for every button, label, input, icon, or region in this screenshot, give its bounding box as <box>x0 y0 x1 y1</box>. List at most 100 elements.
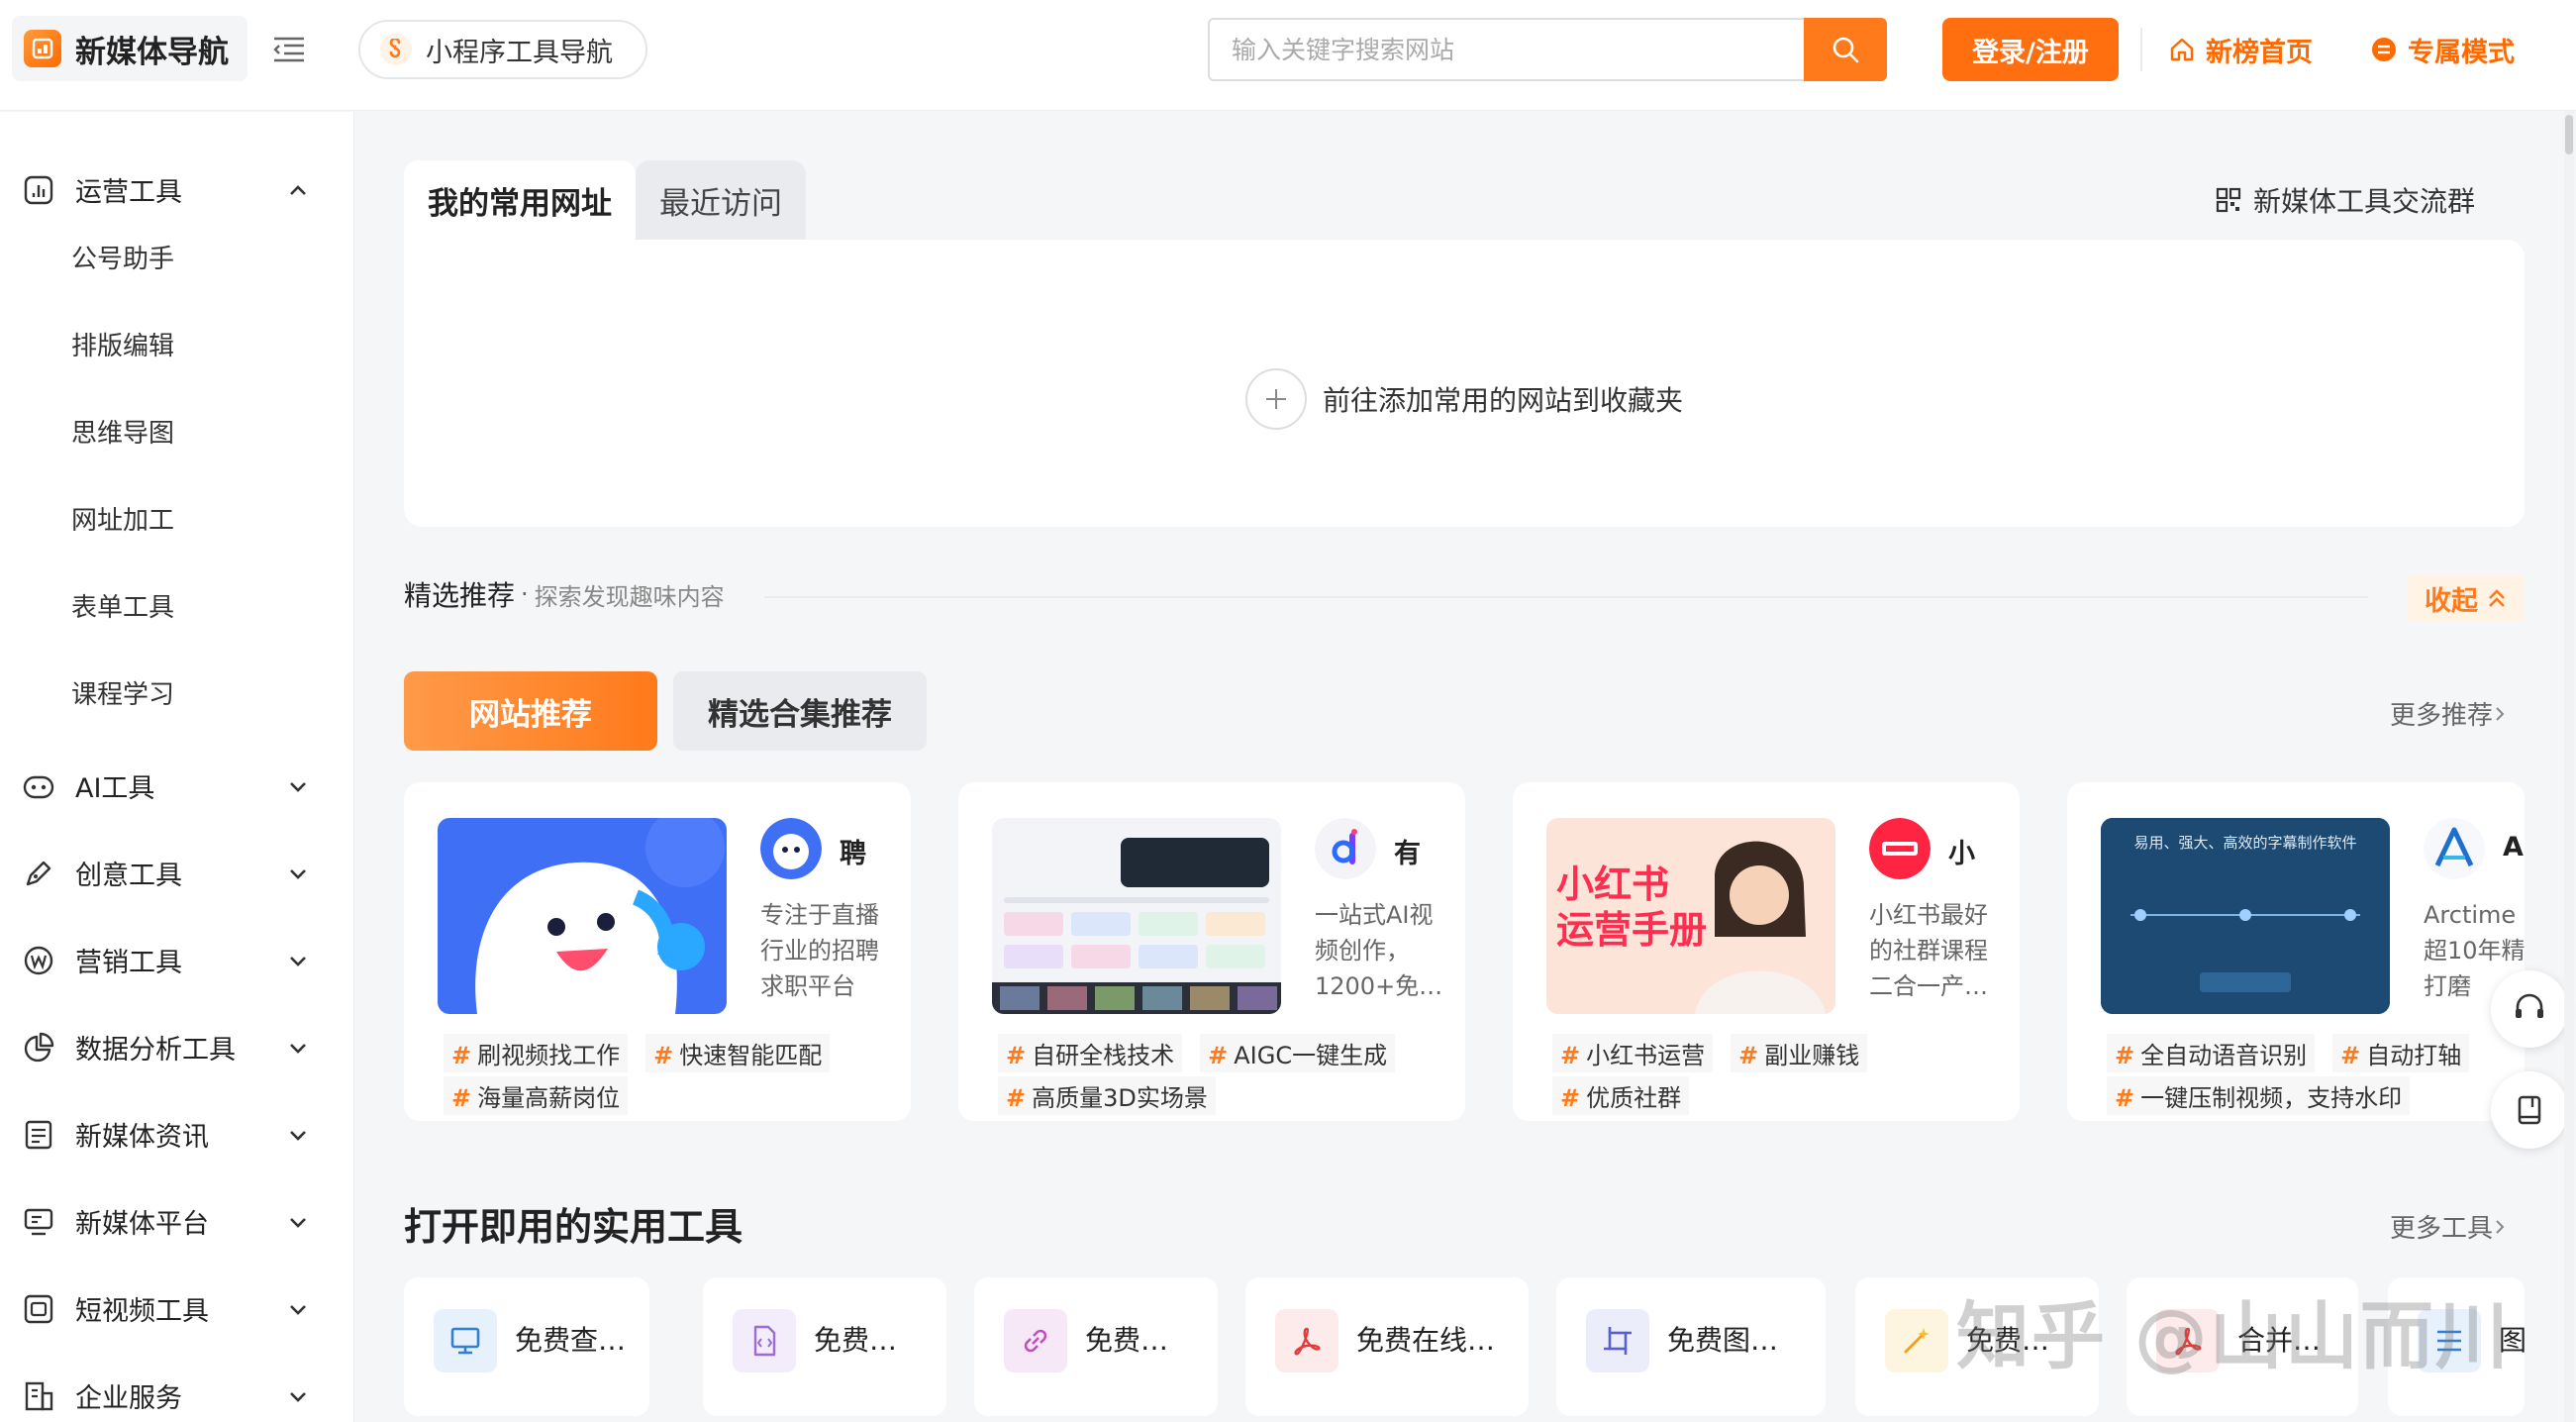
sidebar-group-label: 企业服务 <box>75 1382 182 1414</box>
chevron-up-icon <box>290 185 306 195</box>
menu-collapse-icon <box>273 37 304 62</box>
chevron-down-icon <box>290 1305 306 1315</box>
sidebar-group-label: AI工具 <box>75 772 155 804</box>
sidebar-item-mind-map[interactable]: 思维导图 <box>71 413 174 450</box>
mini-program-icon <box>380 34 412 65</box>
tool-card[interactable]: 免费… <box>974 1277 1218 1416</box>
logo-text: 新媒体导航 <box>75 34 229 70</box>
sidebar-group-ai-tools[interactable]: AI工具 <box>0 756 354 815</box>
community-group-link[interactable]: 新媒体工具交流群 <box>2216 180 2475 220</box>
recommend-card[interactable]: 有 一站式AI视频创作，1200+免… # 自研全栈技术 # AIGC一键生成 # 高… <box>958 782 1465 1121</box>
chevron-right-icon <box>2496 706 2505 721</box>
sidebar-group-data-analysis[interactable]: 数据分析工具 <box>0 1017 354 1076</box>
more-tools-link[interactable]: 更多工具 <box>2390 1208 2507 1245</box>
exclusive-mode-label: 专属模式 <box>2408 37 2515 68</box>
tab-recent-visits[interactable]: 最近访问 <box>636 160 806 240</box>
news-icon <box>25 1120 52 1150</box>
sidebar-group-enterprise[interactable]: 企业服务 <box>0 1366 354 1422</box>
exclusive-mode-link[interactable]: 专属模式 <box>2370 28 2515 71</box>
card-thumbnail-xiaohongshu: 小红书 运营手册 <box>1546 818 1835 1014</box>
tab-collection-recommend[interactable]: 精选合集推荐 <box>673 671 927 751</box>
section-divider <box>764 596 2368 598</box>
tool-card[interactable]: 免费图… <box>1556 1277 1826 1416</box>
sidebar-group-marketing-tools[interactable]: 营销工具 <box>0 930 354 989</box>
recommend-card[interactable]: 易用、强大、高效的字幕制作软件 A Arctime Fo超10年精心打磨 #全自… <box>2067 782 2525 1121</box>
mini-program-nav-button[interactable]: 小程序工具导航 <box>358 20 647 79</box>
card-logo <box>1315 818 1376 879</box>
chevron-down-icon <box>290 1392 306 1402</box>
card-logo <box>760 818 822 879</box>
tool-label: 免费图… <box>1667 1324 1779 1357</box>
customer-service-button[interactable] <box>2491 970 2568 1048</box>
sidebar-group-platforms[interactable]: 新媒体平台 <box>0 1191 354 1251</box>
sidebar-item-layout-editor[interactable]: 排版编辑 <box>71 326 174 362</box>
scrollbar-thumb[interactable] <box>2565 115 2573 154</box>
card-description: 小红书最好的社群课程二合一产… <box>1869 901 1988 1000</box>
search-button[interactable] <box>1804 18 1887 81</box>
card-description: 一站式AI视频创作，1200+免… <box>1315 901 1443 1000</box>
chevron-down-icon <box>290 1218 306 1228</box>
tool-card[interactable]: 免费查… <box>404 1277 649 1416</box>
chevron-right-icon <box>2496 1219 2505 1234</box>
card-tags: # 刷视频找工作 # 快速智能匹配 # 海量高薪岗位 <box>444 1034 909 1115</box>
sidebar-toggle-button[interactable] <box>269 30 309 69</box>
card-tag: # 一键压制视频，支持水印 <box>2107 1076 2411 1115</box>
sidebar-group-operation-tools[interactable]: 运营工具 <box>0 159 354 219</box>
tools-section-title: 打开即用的实用工具 <box>404 1205 743 1249</box>
card-name: A <box>2503 832 2524 863</box>
page-scrollbar[interactable] <box>2564 111 2574 1422</box>
exclusive-mode-icon <box>2372 38 2396 61</box>
magic-wand-icon <box>1885 1309 1948 1372</box>
thumb-title-line2: 运营手册 <box>1556 908 1708 952</box>
sidebar-group-creative-tools[interactable]: 创意工具 <box>0 843 354 902</box>
card-tag: # AIGC一键生成 <box>1200 1034 1396 1072</box>
add-favorite-button[interactable]: 前往添加常用的网站到收藏夹 <box>1245 368 1683 430</box>
sidebar-item-courses[interactable]: 课程学习 <box>71 674 174 711</box>
card-tag: # 优质社群 <box>1552 1076 1690 1115</box>
sidebar-group-news[interactable]: 新媒体资讯 <box>0 1104 354 1164</box>
tool-card[interactable]: 免费… <box>703 1277 946 1416</box>
chevron-down-icon <box>290 1131 306 1141</box>
sidebar-item-gonghao[interactable]: 公号助手 <box>71 239 174 275</box>
collapse-button[interactable]: 收起 <box>2408 574 2525 622</box>
sidebar-item-form-tools[interactable]: 表单工具 <box>71 587 174 624</box>
sidebar-group-label: 运营工具 <box>75 176 182 208</box>
code-file-icon <box>733 1309 796 1372</box>
card-tag: # 快速智能匹配 <box>645 1034 831 1072</box>
sidebar-item-url-tools[interactable]: 网址加工 <box>71 500 174 537</box>
tool-card[interactable]: 免费在线… <box>1245 1277 1529 1416</box>
card-tag: # 全自动语音识别 <box>2107 1034 2316 1072</box>
featured-dot: · <box>521 580 529 608</box>
chevron-down-icon <box>290 957 306 966</box>
tab-site-recommend[interactable]: 网站推荐 <box>404 671 657 751</box>
headset-icon <box>2516 993 2543 1018</box>
card-tag: # 小红书运营 <box>1552 1034 1714 1072</box>
recommend-card[interactable]: 聘 专注于直播行业的招聘求职平台 # 刷视频找工作 # 快速智能匹配 # 海量高薪岗位 <box>404 782 911 1121</box>
marketing-icon <box>24 946 53 975</box>
collapse-label: 收起 <box>2425 585 2478 617</box>
more-recommend-link[interactable]: 更多推荐 <box>2390 695 2507 732</box>
home-link-label: 新榜首页 <box>2206 37 2313 68</box>
card-name: 聘 <box>840 839 866 869</box>
chevron-down-icon <box>290 1044 306 1054</box>
pen-icon <box>26 861 51 886</box>
card-tags: # 自研全栈技术 # AIGC一键生成 # 高质量3D实场景 <box>998 1034 1463 1115</box>
card-thumbnail-arctime: 易用、强大、高效的字幕制作软件 <box>2101 818 2390 1014</box>
login-register-button[interactable]: 登录/注册 <box>1942 18 2119 81</box>
featured-subtitle: 探索发现趣味内容 <box>534 582 725 611</box>
feedback-button[interactable] <box>2491 1071 2568 1149</box>
community-group-label: 新媒体工具交流群 <box>2253 185 2476 218</box>
card-thumbnail-mascot <box>438 818 727 1014</box>
bar-chart-icon <box>24 175 53 205</box>
favorites-tabs: 我的常用网址 最近访问 <box>404 160 806 240</box>
search-input[interactable] <box>1208 18 1804 81</box>
recommend-card[interactable]: 小红书 运营手册 小 小红书最好的社群课程二合一产… # 小红书运营 # 副业赚钱 … <box>1513 782 2020 1121</box>
site-logo[interactable]: 新媒体导航 <box>12 16 248 81</box>
top-header: 新媒体导航 小程序工具导航 登录/注册 新榜首页 专属模式 <box>0 0 2576 111</box>
sidebar-group-short-video[interactable]: 短视频工具 <box>0 1278 354 1338</box>
xinbang-home-link[interactable]: 新榜首页 <box>2168 28 2313 71</box>
card-tag: # 高质量3D实场景 <box>998 1076 1216 1115</box>
sidebar-group-label: 短视频工具 <box>75 1295 209 1327</box>
card-tags: # 小红书运营 # 副业赚钱 # 优质社群 <box>1552 1034 2018 1115</box>
tab-my-favorites[interactable]: 我的常用网址 <box>404 160 636 240</box>
